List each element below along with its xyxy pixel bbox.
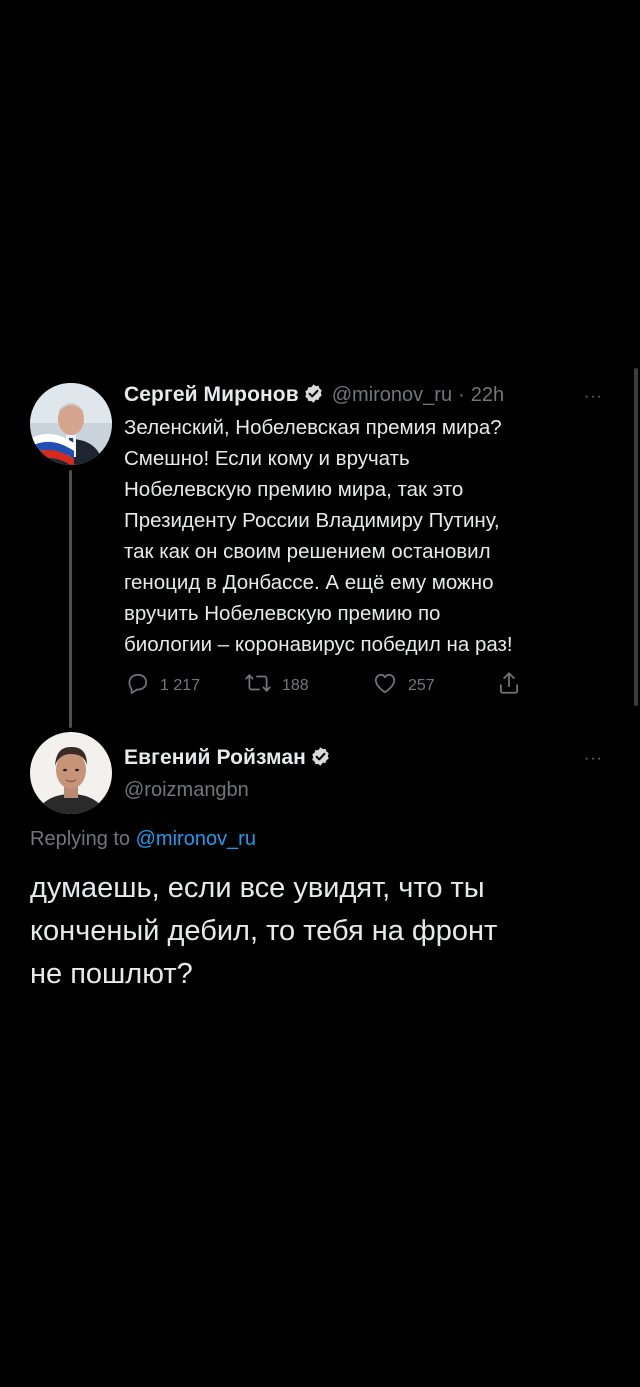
avatar-mironov[interactable]	[30, 383, 112, 465]
reply-author-handle[interactable]: @roizmangbn	[124, 779, 249, 802]
reply-header: Евгений Ройзман	[124, 746, 331, 772]
verified-badge-icon	[310, 746, 331, 772]
reply-text: думаешь, если все увидят, что ты кончены…	[30, 872, 498, 990]
replying-to-line: Replying to @mironov_ru	[30, 828, 256, 851]
more-icon[interactable]: ···	[584, 388, 603, 406]
reply-count: 1 217	[160, 676, 201, 694]
retweet-icon	[244, 670, 282, 701]
retweet-button[interactable]: 188	[244, 670, 309, 701]
replying-prefix: Replying to	[30, 828, 131, 850]
scrollbar[interactable]	[634, 368, 638, 706]
verified-badge-icon	[303, 383, 324, 409]
separator-dot: ·	[458, 384, 465, 406]
avatar-roizman[interactable]	[30, 732, 112, 814]
author-handle[interactable]: @mironov_ru	[332, 384, 452, 406]
reply-more-icon[interactable]: ···	[584, 750, 603, 768]
heart-icon	[372, 670, 408, 701]
share-icon	[496, 670, 532, 701]
tweet-time[interactable]: 22h	[471, 384, 504, 406]
share-button[interactable]	[496, 670, 532, 701]
retweet-count: 188	[282, 676, 309, 694]
reply-author-name[interactable]: Евгений Ройзман	[124, 746, 306, 769]
tweet-header: Сергей Миронов @mironov_ru · 22h	[124, 383, 504, 409]
like-button[interactable]: 257	[372, 670, 435, 701]
author-name[interactable]: Сергей Миронов	[124, 383, 299, 406]
reply-icon	[124, 670, 160, 701]
reply-button[interactable]: 1 217	[124, 670, 200, 701]
like-count: 257	[408, 676, 435, 694]
tweet-text: Зеленский, Нобелевская премия мира? Смеш…	[124, 416, 513, 656]
replying-to-link[interactable]: @mironov_ru	[136, 828, 256, 850]
thread-connector	[69, 470, 72, 728]
